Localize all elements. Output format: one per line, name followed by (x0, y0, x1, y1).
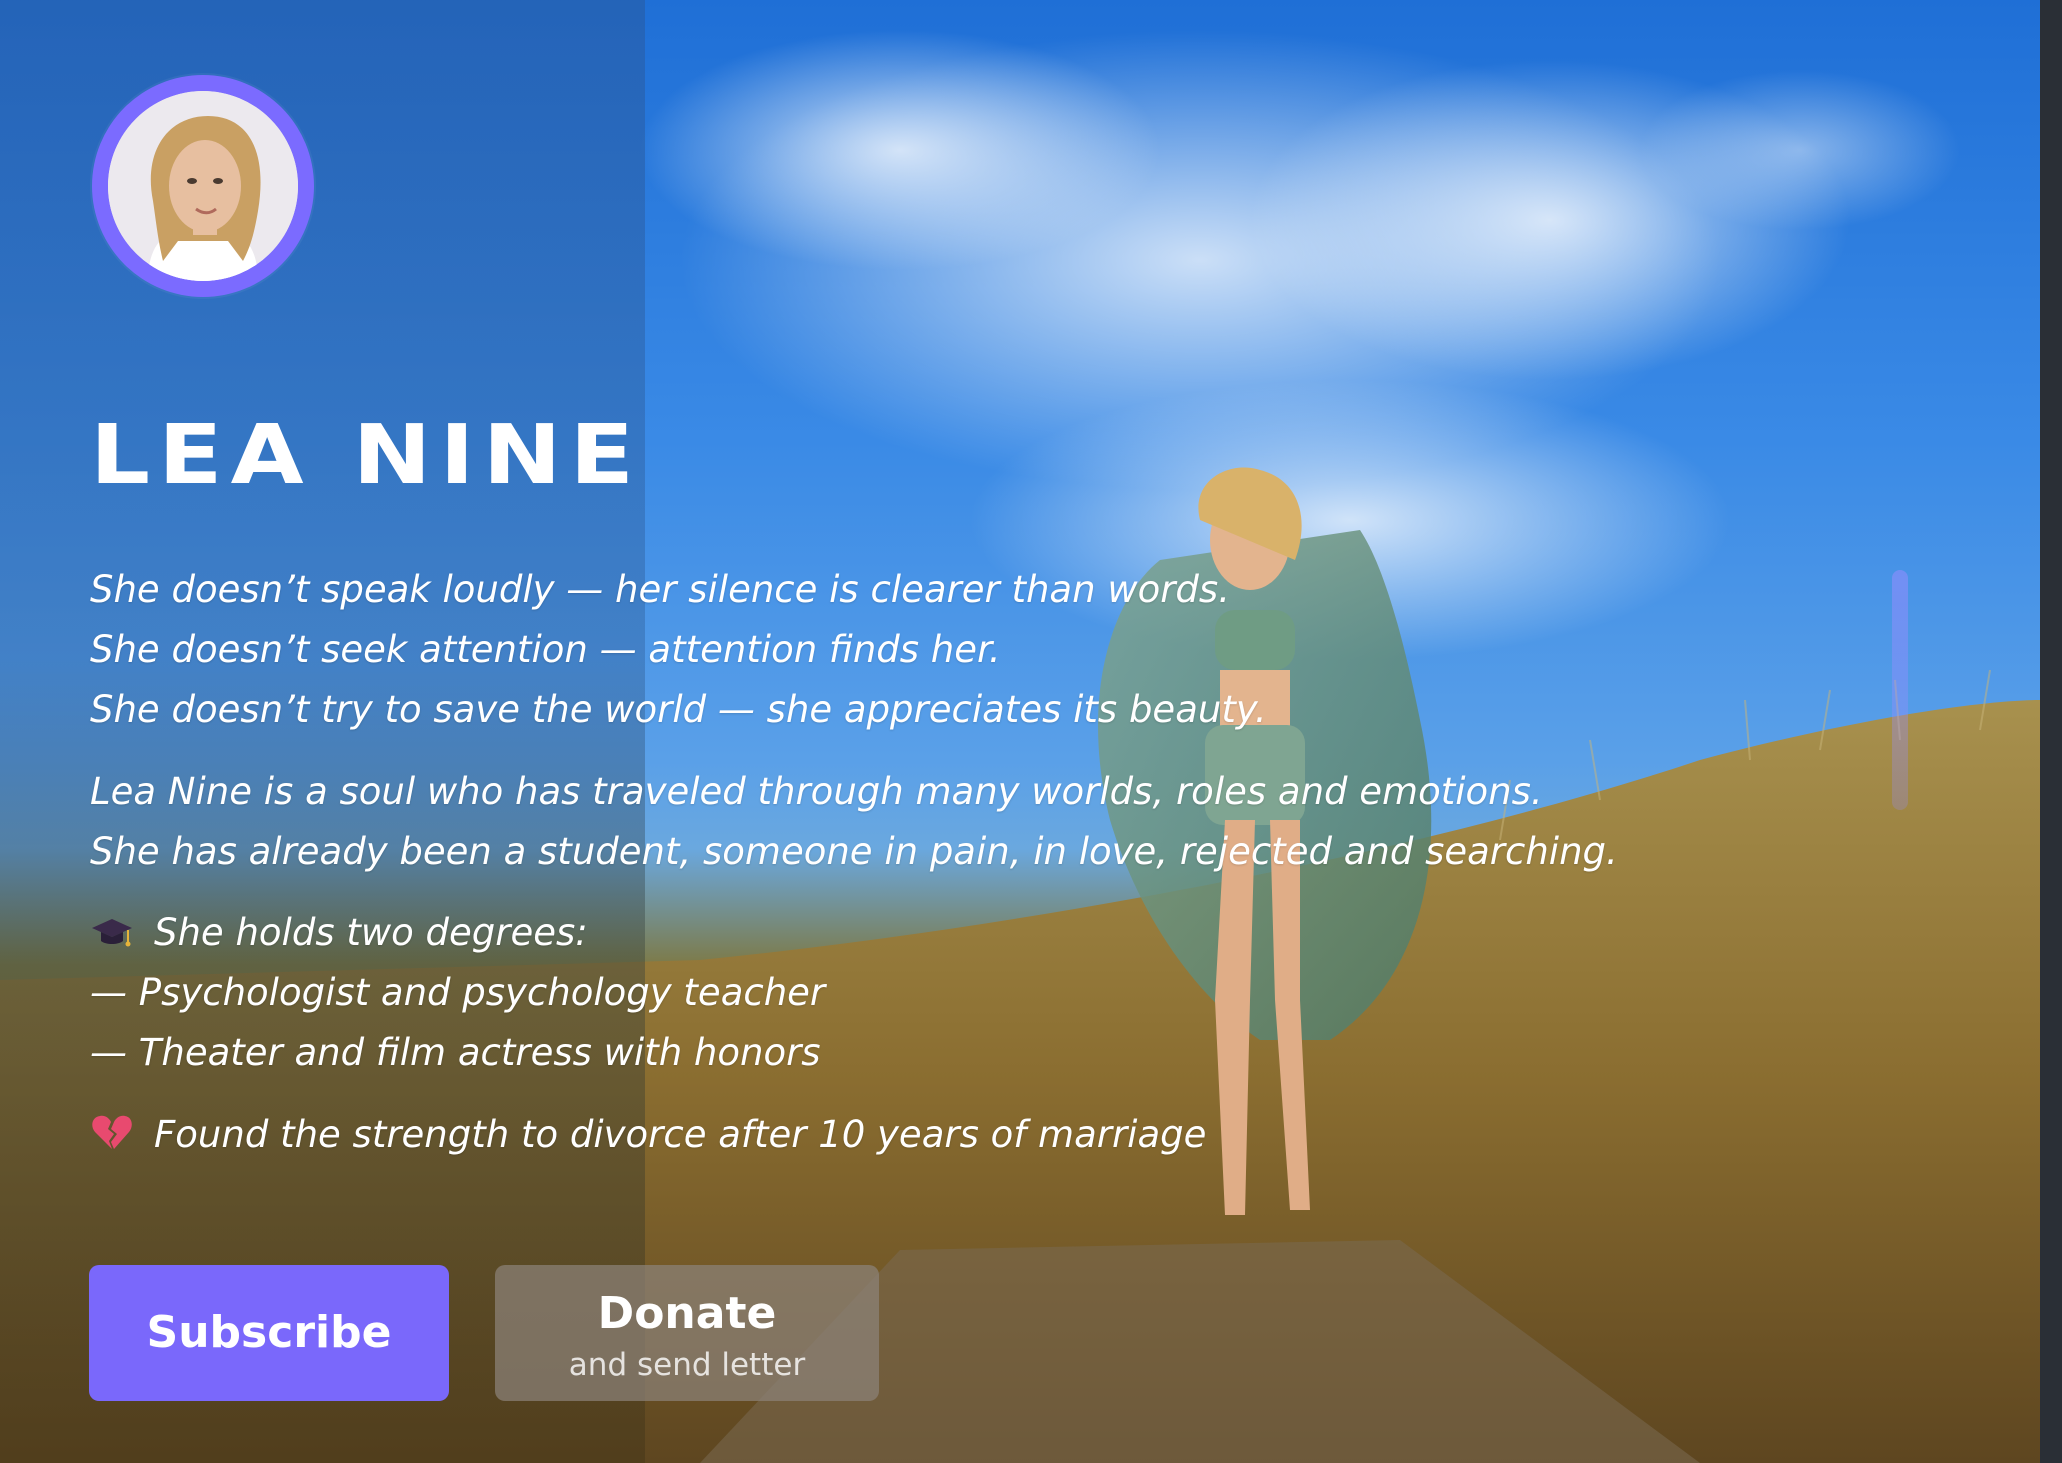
profile-page: LEA NINE She doesn’t speak loudly — her … (0, 0, 2062, 1463)
milestone-line: Found the strength to divorce after 10 y… (90, 1105, 1206, 1165)
donate-button[interactable]: Donate and send letter (495, 1265, 879, 1401)
intro-line: She doesn’t try to save the world — she … (90, 688, 1267, 731)
avatar-image (108, 91, 298, 281)
donate-label: Donate (597, 1288, 777, 1339)
profile-name: LEA NINE (90, 408, 643, 503)
graduation-cap-icon (90, 909, 134, 949)
bio-line: She has already been a student, someone … (90, 830, 1618, 873)
degrees-heading: She holds two degrees: (154, 911, 588, 954)
intro-line: She doesn’t speak loudly — her silence i… (90, 568, 1230, 611)
degrees-heading-row: She holds two degrees: (90, 903, 825, 963)
milestone-text: Found the strength to divorce after 10 y… (154, 1113, 1207, 1156)
degree-item: — Theater and film actress with honors (90, 1031, 821, 1074)
window-edge (2040, 0, 2062, 1463)
avatar-portrait-icon (108, 91, 298, 281)
intro-text: She doesn’t speak loudly — her silence i… (90, 560, 1267, 740)
milestone-row: Found the strength to divorce after 10 y… (90, 1105, 1206, 1165)
donate-sublabel: and send letter (568, 1347, 806, 1383)
broken-heart-icon (90, 1111, 134, 1151)
degree-item: — Psychologist and psychology teacher (90, 971, 826, 1014)
scroll-indicator[interactable] (1892, 570, 1908, 810)
intro-line: She doesn’t seek attention — attention f… (90, 628, 1001, 671)
subscribe-button[interactable]: Subscribe (89, 1265, 449, 1401)
bio-line: Lea Nine is a soul who has traveled thro… (90, 770, 1543, 813)
bio-text: Lea Nine is a soul who has traveled thro… (90, 762, 1618, 882)
degrees-section: She holds two degrees: — Psychologist an… (90, 903, 825, 1083)
subscribe-label: Subscribe (146, 1307, 392, 1358)
avatar[interactable] (92, 75, 314, 297)
